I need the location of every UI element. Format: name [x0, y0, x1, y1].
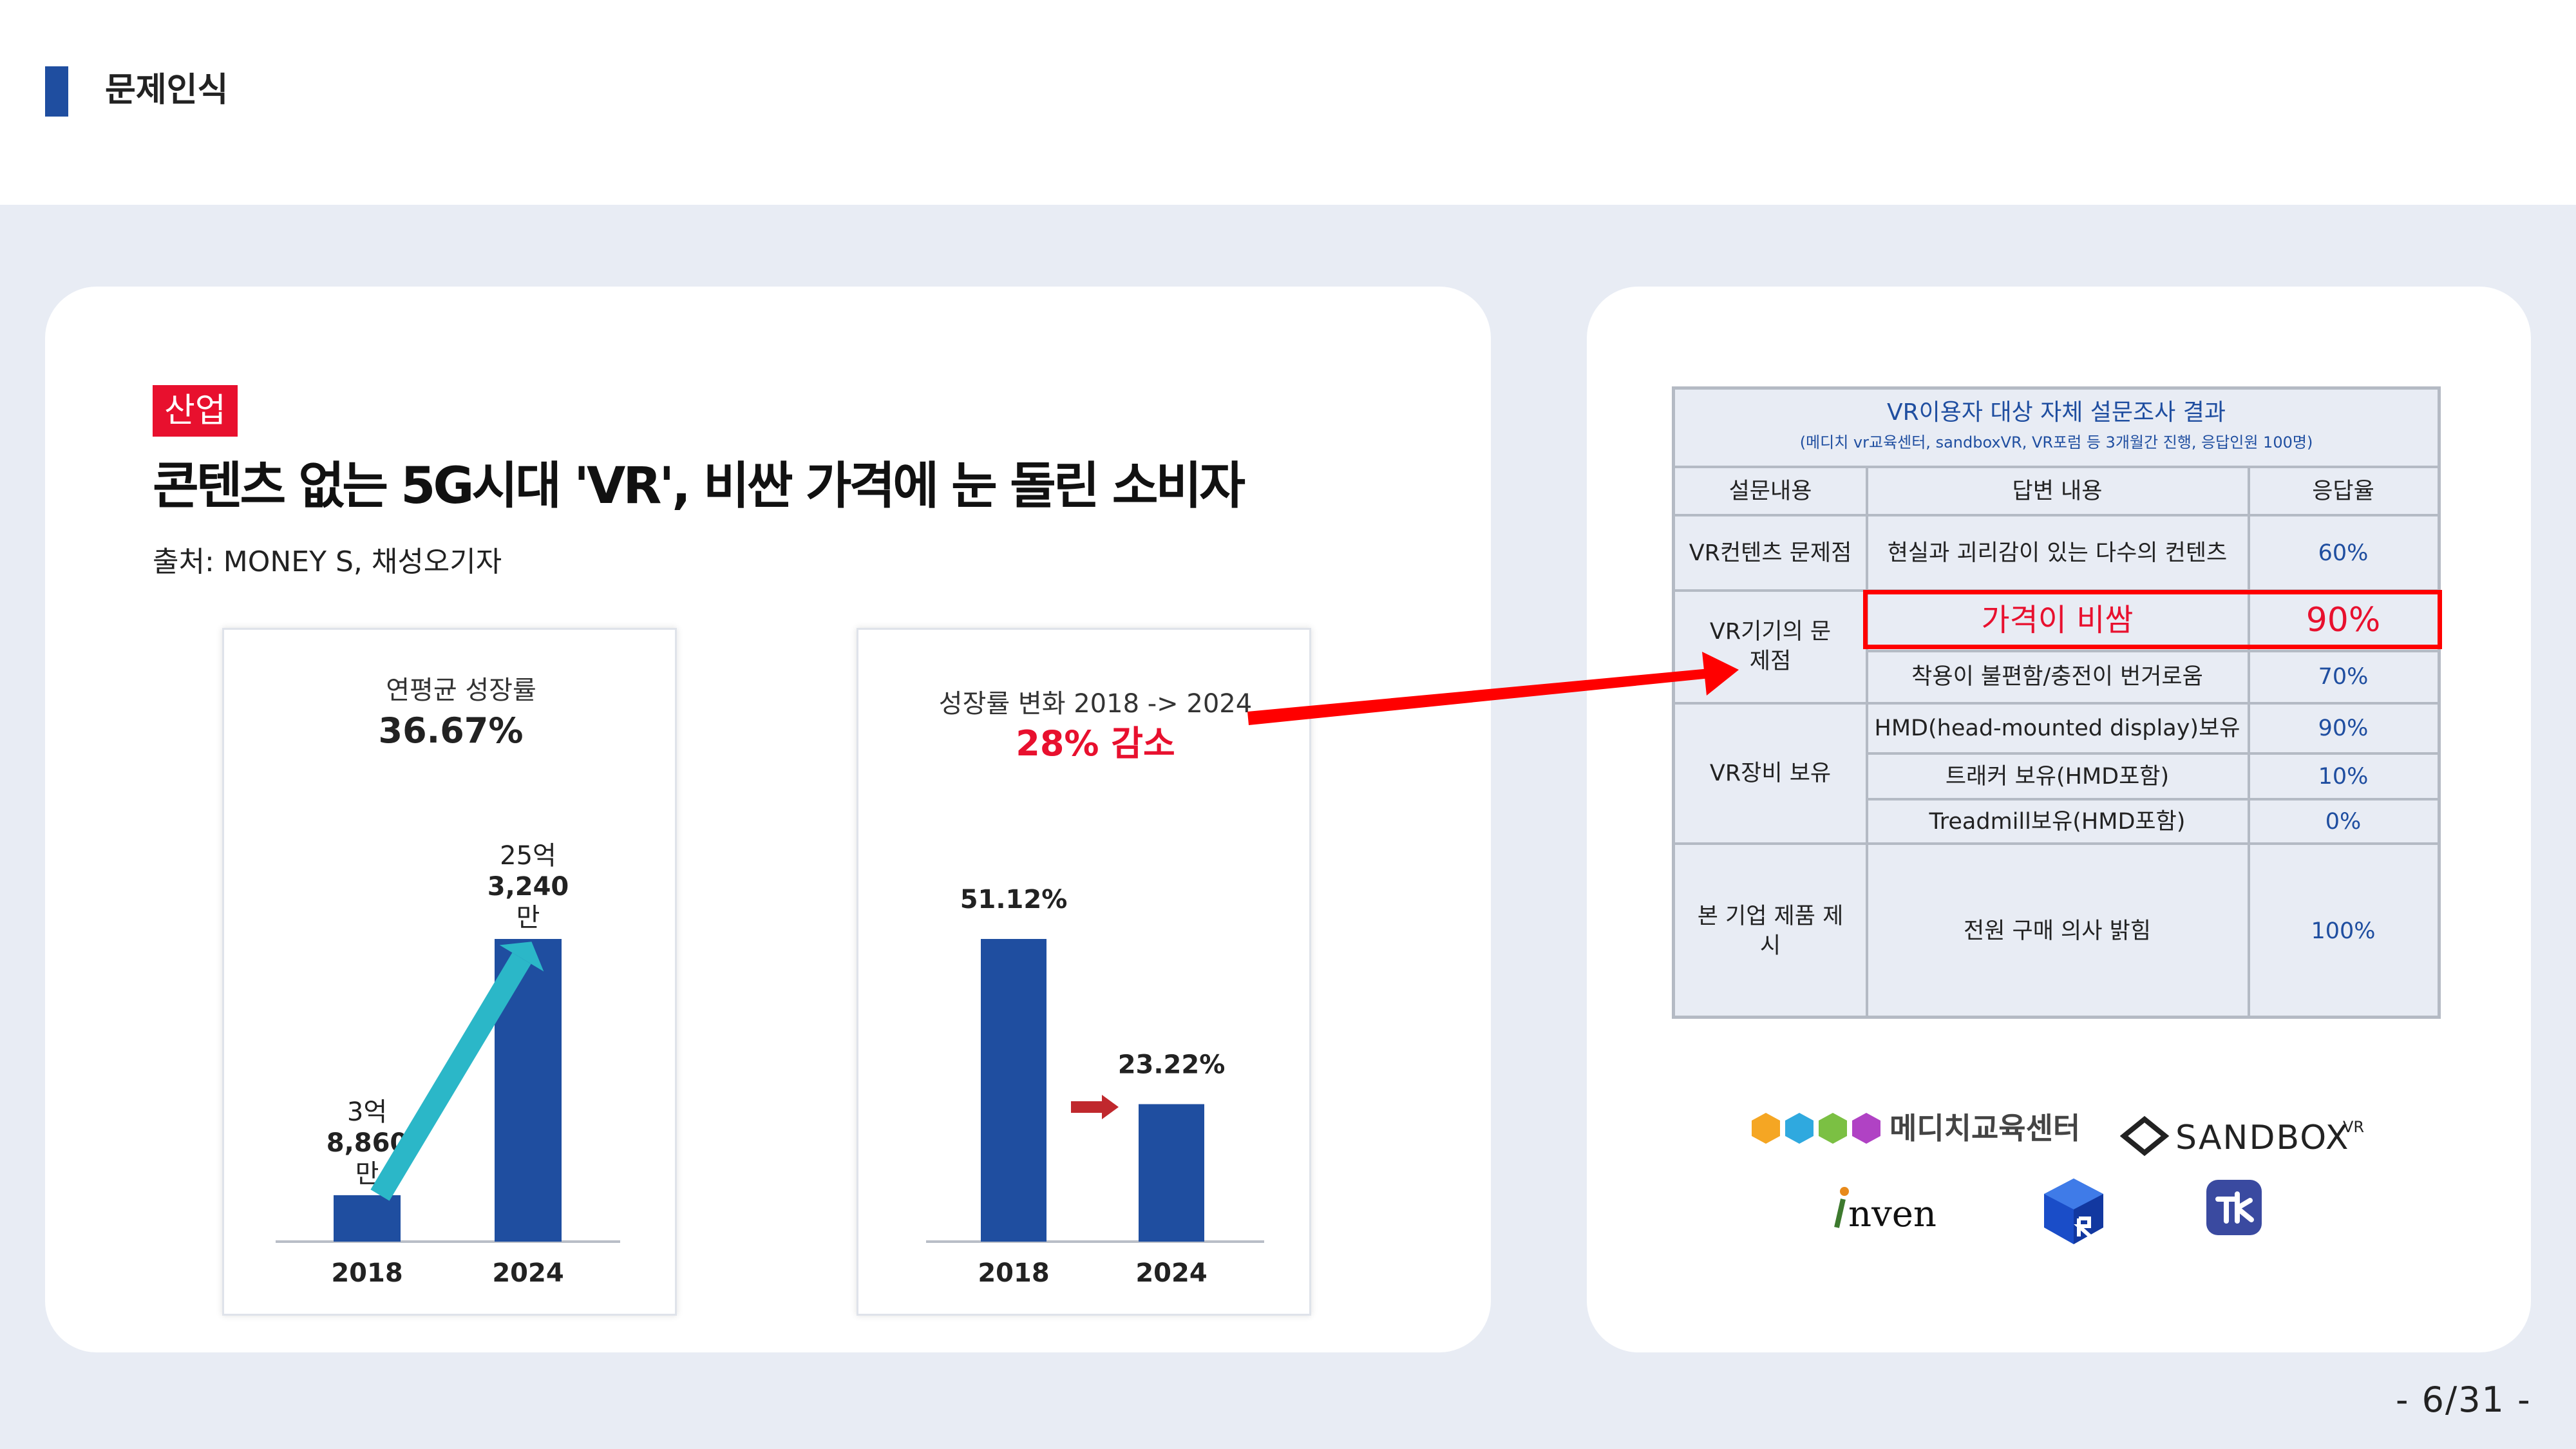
page-number: - 6/31 -	[2396, 1379, 2532, 1420]
article-source: 출처: MONEY S, 채성오기자	[153, 545, 502, 578]
chart-data-label: 23.22%	[1118, 1050, 1226, 1080]
chart-data-label: 3억	[347, 1097, 387, 1127]
survey-subtitle: (메디치 vr교육센터, sandboxVR, VR포럼 등 3개월간 진행, …	[1799, 433, 2313, 451]
article-headline: 콘텐츠 없는 5G시대 'VR', 비싼 가격에 눈 돌린 소비자	[153, 457, 1245, 515]
survey-answer: 전원 구매 의사 밝힘	[1964, 918, 2151, 944]
chart-tick-label: 2024	[492, 1258, 564, 1288]
svg-text:메디치교육센터: 메디치교육센터	[1889, 1111, 2080, 1146]
survey-rate: 60%	[2318, 540, 2369, 566]
chart-title: 연평균 성장률	[386, 676, 536, 705]
survey-rate: 0%	[2325, 808, 2362, 835]
category-tag: 산업	[153, 385, 238, 437]
chart-data-label: 51.12%	[960, 885, 1068, 914]
page-header: 문제인식	[0, 0, 2576, 205]
survey-answer: HMD(head-mounted display)보유	[1874, 715, 2240, 741]
sandbox-diamond-icon	[2119, 1115, 2170, 1157]
chart-bar	[981, 939, 1046, 1242]
svg-text:nven: nven	[1848, 1193, 1937, 1235]
change-arrow-icon	[1071, 1101, 1103, 1113]
column-header: 답변 내용	[2012, 478, 2103, 504]
survey-answer: Treadmill보유(HMD포함)	[1929, 808, 2186, 835]
growth-rate-chart: 성장률 변화 2018 -> 2024 28% 감소 2018 51.12% 2024 2…	[926, 689, 1264, 1288]
chart-tick-label: 2024	[1135, 1258, 1207, 1288]
survey-title: VR이용자 대상 자체 설문조사 결과	[1887, 399, 2226, 426]
survey-answer: 착용이 불편함/충전이 번거로움	[1911, 663, 2203, 690]
chart-tick-label: 2018	[978, 1258, 1049, 1288]
survey-rate: 90%	[2318, 715, 2369, 741]
survey-table: VR이용자 대상 자체 설문조사 결과 (메디치 vr교육센터, sandbox…	[1672, 386, 2441, 1019]
chart-bar	[1139, 1104, 1204, 1242]
chart-data-label: 25억	[500, 841, 556, 871]
header-accent-bar	[45, 66, 68, 117]
survey-answer: 트래커 보유(HMD포함)	[1945, 763, 2170, 790]
chart-bar	[334, 1195, 401, 1242]
vr-forum-cube-icon	[2041, 1176, 2106, 1249]
sandbox-vr-logo: SANDBOX VR	[2119, 1114, 2378, 1162]
svg-text:SANDBOX: SANDBOX	[2175, 1119, 2349, 1157]
growth-chart: 연평균 성장률36.67%20183억8,860만202425억3,240만	[276, 676, 620, 1288]
change-arrow-head-icon	[1102, 1095, 1119, 1119]
chart-data-label: 만	[516, 903, 540, 933]
chart-data-label: 3,240	[488, 872, 569, 902]
survey-topic: VR장비 보유	[1709, 761, 1832, 786]
chart-title: 성장률 변화 2018 -> 2024	[939, 689, 1252, 719]
app-badge-icon	[2206, 1180, 2262, 1238]
survey-rate: 10%	[2318, 763, 2369, 790]
medici-logo: 메디치교육센터	[1747, 1109, 2094, 1163]
inven-logo: nven	[1828, 1184, 1944, 1238]
survey-topic: VR기기의 문제점	[1709, 618, 1832, 674]
page-title: 문제인식	[105, 71, 229, 109]
growth-rate-chart-card: 성장률 변화 2018 -> 2024 28% 감소 2018 51.12% 2024 2…	[857, 628, 1311, 1316]
chart-subtitle: 36.67%	[379, 710, 524, 751]
survey-topic: VR컨텐츠 문제점	[1689, 540, 1852, 566]
highlight-box	[1863, 590, 2442, 649]
survey-rate: 100%	[2311, 918, 2376, 944]
growth-chart-card: 연평균 성장률 36.67% 2018 3억 8,860 만 2024 25억 3,240 만	[222, 628, 677, 1316]
chart-tick-label: 2018	[331, 1258, 402, 1288]
survey-rate: 70%	[2318, 663, 2369, 690]
survey-answer: 현실과 괴리감이 있는 다수의 컨텐츠	[1887, 540, 2228, 566]
survey-topic: 본 기업 제품 제시	[1697, 904, 1844, 959]
chart-subtitle: 28% 감소	[1016, 723, 1175, 764]
svg-text:VR: VR	[2343, 1118, 2364, 1136]
column-header: 응답율	[2312, 478, 2374, 504]
column-header: 설문내용	[1728, 478, 1812, 504]
medici-icon	[1752, 1113, 1880, 1144]
